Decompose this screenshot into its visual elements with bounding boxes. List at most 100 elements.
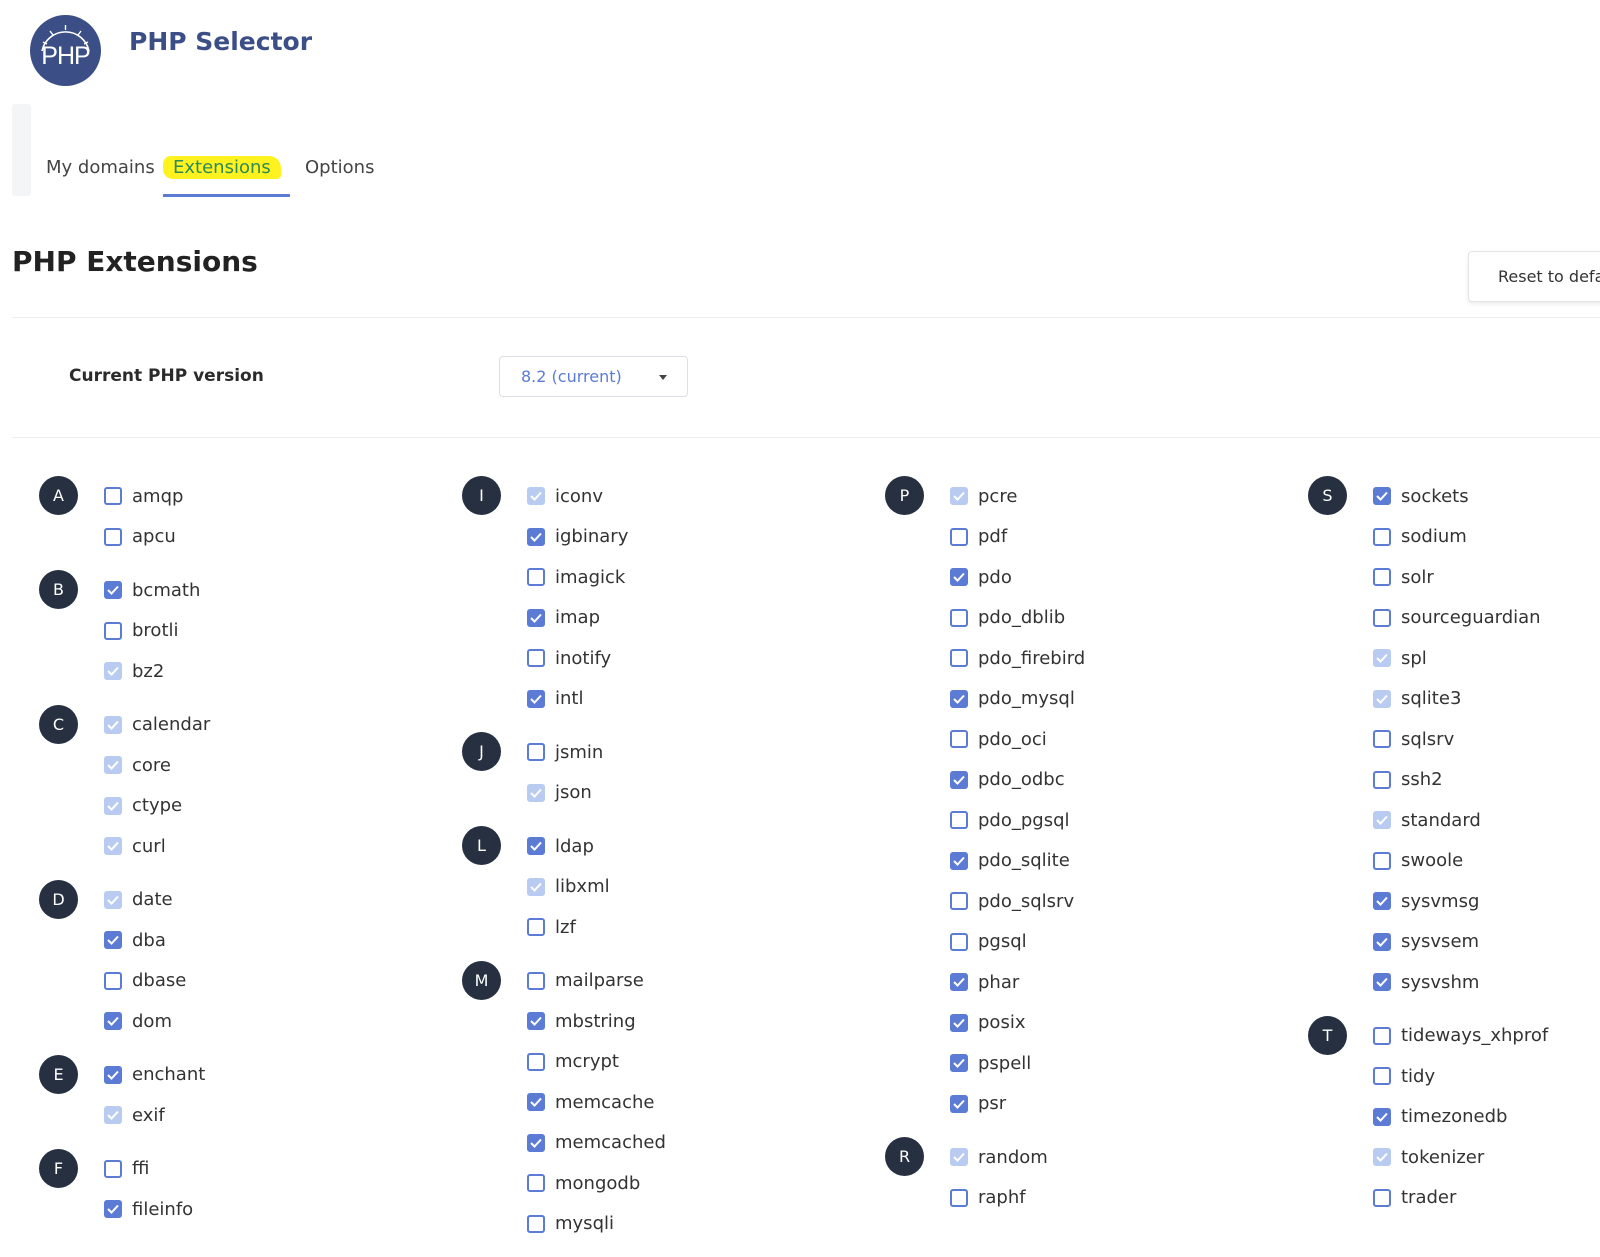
extension-brotli[interactable]: brotli bbox=[104, 611, 459, 652]
extension-mongodb[interactable]: mongodb bbox=[527, 1163, 882, 1204]
extension-imagick[interactable]: imagick bbox=[527, 557, 882, 598]
extension-checkbox[interactable] bbox=[527, 1012, 545, 1031]
extension-checkbox[interactable] bbox=[1373, 1188, 1391, 1207]
extension-checkbox[interactable] bbox=[950, 851, 968, 870]
extension-checkbox[interactable] bbox=[104, 527, 122, 546]
extension-checkbox[interactable] bbox=[527, 649, 545, 668]
extension-checkbox[interactable] bbox=[104, 971, 122, 990]
extension-raphf[interactable]: raphf bbox=[950, 1178, 1305, 1219]
extension-checkbox[interactable] bbox=[1373, 892, 1391, 911]
extension-solr[interactable]: solr bbox=[1373, 557, 1600, 598]
extension-ffi[interactable]: ffi bbox=[104, 1149, 459, 1190]
extension-checkbox[interactable] bbox=[1373, 608, 1391, 627]
extension-apcu[interactable]: apcu bbox=[104, 517, 459, 558]
extension-mbstring[interactable]: mbstring bbox=[527, 1001, 882, 1042]
extension-pdo-firebird[interactable]: pdo_firebird bbox=[950, 638, 1305, 679]
extension-checkbox[interactable] bbox=[104, 1159, 122, 1178]
extension-sysvsem[interactable]: sysvsem bbox=[1373, 922, 1600, 963]
extension-checkbox[interactable] bbox=[527, 527, 545, 546]
extension-checkbox[interactable] bbox=[1373, 527, 1391, 546]
extension-ldap[interactable]: ldap bbox=[527, 826, 882, 867]
extension-lzf[interactable]: lzf bbox=[527, 907, 882, 948]
extension-checkbox[interactable] bbox=[1373, 1026, 1391, 1045]
extension-checkbox[interactable] bbox=[104, 931, 122, 950]
extension-ssh2[interactable]: ssh2 bbox=[1373, 760, 1600, 801]
extension-checkbox[interactable] bbox=[527, 1133, 545, 1152]
extension-dba[interactable]: dba bbox=[104, 920, 459, 961]
extension-posix[interactable]: posix bbox=[950, 1003, 1305, 1044]
extension-psr[interactable]: psr bbox=[950, 1084, 1305, 1125]
extension-checkbox[interactable] bbox=[527, 971, 545, 990]
extension-tideways-xhprof[interactable]: tideways_xhprof bbox=[1373, 1016, 1600, 1057]
extension-checkbox[interactable] bbox=[1373, 932, 1391, 951]
extension-pdo-sqlsrv[interactable]: pdo_sqlsrv bbox=[950, 881, 1305, 922]
extension-imap[interactable]: imap bbox=[527, 598, 882, 639]
extension-bcmath[interactable]: bcmath bbox=[104, 570, 459, 611]
extension-pdo-oci[interactable]: pdo_oci bbox=[950, 719, 1305, 760]
extension-amqp[interactable]: amqp bbox=[104, 476, 459, 517]
extension-checkbox[interactable] bbox=[104, 621, 122, 640]
extension-checkbox[interactable] bbox=[104, 487, 122, 506]
reset-to-default-button[interactable]: Reset to default bbox=[1468, 251, 1600, 302]
extension-pspell[interactable]: pspell bbox=[950, 1043, 1305, 1084]
extension-checkbox[interactable] bbox=[950, 1013, 968, 1032]
extension-checkbox[interactable] bbox=[1373, 973, 1391, 992]
extension-checkbox[interactable] bbox=[527, 1174, 545, 1193]
php-version-select[interactable]: 8.2 (current) bbox=[499, 356, 688, 397]
extension-inotify[interactable]: inotify bbox=[527, 638, 882, 679]
extension-memcached[interactable]: memcached bbox=[527, 1123, 882, 1164]
extension-checkbox[interactable] bbox=[104, 1065, 122, 1084]
extension-pdo-odbc[interactable]: pdo_odbc bbox=[950, 760, 1305, 801]
extension-checkbox[interactable] bbox=[527, 743, 545, 762]
extension-pdf[interactable]: pdf bbox=[950, 517, 1305, 558]
extension-checkbox[interactable] bbox=[950, 608, 968, 627]
extension-mysqli[interactable]: mysqli bbox=[527, 1204, 882, 1245]
extension-phar[interactable]: phar bbox=[950, 962, 1305, 1003]
extension-checkbox[interactable] bbox=[950, 1054, 968, 1073]
extension-sqlsrv[interactable]: sqlsrv bbox=[1373, 719, 1600, 760]
extension-checkbox[interactable] bbox=[527, 837, 545, 856]
extension-checkbox[interactable] bbox=[527, 918, 545, 937]
extension-enchant[interactable]: enchant bbox=[104, 1055, 459, 1096]
extension-checkbox[interactable] bbox=[950, 568, 968, 587]
extension-checkbox[interactable] bbox=[1373, 730, 1391, 749]
extension-dom[interactable]: dom bbox=[104, 1001, 459, 1042]
extension-timezonedb[interactable]: timezonedb bbox=[1373, 1097, 1600, 1138]
extension-checkbox[interactable] bbox=[950, 730, 968, 749]
extension-checkbox[interactable] bbox=[950, 1188, 968, 1207]
extension-checkbox[interactable] bbox=[1373, 1107, 1391, 1126]
extension-jsmin[interactable]: jsmin bbox=[527, 732, 882, 773]
extension-pdo[interactable]: pdo bbox=[950, 557, 1305, 598]
extension-pdo-sqlite[interactable]: pdo_sqlite bbox=[950, 841, 1305, 882]
extension-checkbox[interactable] bbox=[527, 689, 545, 708]
extension-mailparse[interactable]: mailparse bbox=[527, 961, 882, 1002]
extension-checkbox[interactable] bbox=[950, 892, 968, 911]
extension-intl[interactable]: intl bbox=[527, 679, 882, 720]
extension-checkbox[interactable] bbox=[1373, 487, 1391, 506]
extension-checkbox[interactable] bbox=[527, 608, 545, 627]
extension-checkbox[interactable] bbox=[1373, 1067, 1391, 1086]
extension-checkbox[interactable] bbox=[950, 770, 968, 789]
extension-pdo-pgsql[interactable]: pdo_pgsql bbox=[950, 800, 1305, 841]
extension-sodium[interactable]: sodium bbox=[1373, 517, 1600, 558]
extension-pdo-dblib[interactable]: pdo_dblib bbox=[950, 598, 1305, 639]
extension-sysvshm[interactable]: sysvshm bbox=[1373, 962, 1600, 1003]
extension-checkbox[interactable] bbox=[1373, 851, 1391, 870]
extension-checkbox[interactable] bbox=[527, 1093, 545, 1112]
tab-extensions[interactable]: Extensions bbox=[163, 151, 290, 197]
extension-fileinfo[interactable]: fileinfo bbox=[104, 1189, 459, 1230]
extension-sockets[interactable]: sockets bbox=[1373, 476, 1600, 517]
extension-checkbox[interactable] bbox=[1373, 770, 1391, 789]
extension-checkbox[interactable] bbox=[527, 1214, 545, 1233]
extension-checkbox[interactable] bbox=[950, 1094, 968, 1113]
extension-checkbox[interactable] bbox=[104, 1012, 122, 1031]
extension-sysvmsg[interactable]: sysvmsg bbox=[1373, 881, 1600, 922]
extension-dbase[interactable]: dbase bbox=[104, 961, 459, 1002]
tab-my-domains[interactable]: My domains bbox=[46, 151, 155, 197]
extension-checkbox[interactable] bbox=[527, 568, 545, 587]
extension-trader[interactable]: trader bbox=[1373, 1178, 1600, 1219]
extension-igbinary[interactable]: igbinary bbox=[527, 517, 882, 558]
extension-pdo-mysql[interactable]: pdo_mysql bbox=[950, 679, 1305, 720]
extension-sourceguardian[interactable]: sourceguardian bbox=[1373, 598, 1600, 639]
extension-mcrypt[interactable]: mcrypt bbox=[527, 1042, 882, 1083]
